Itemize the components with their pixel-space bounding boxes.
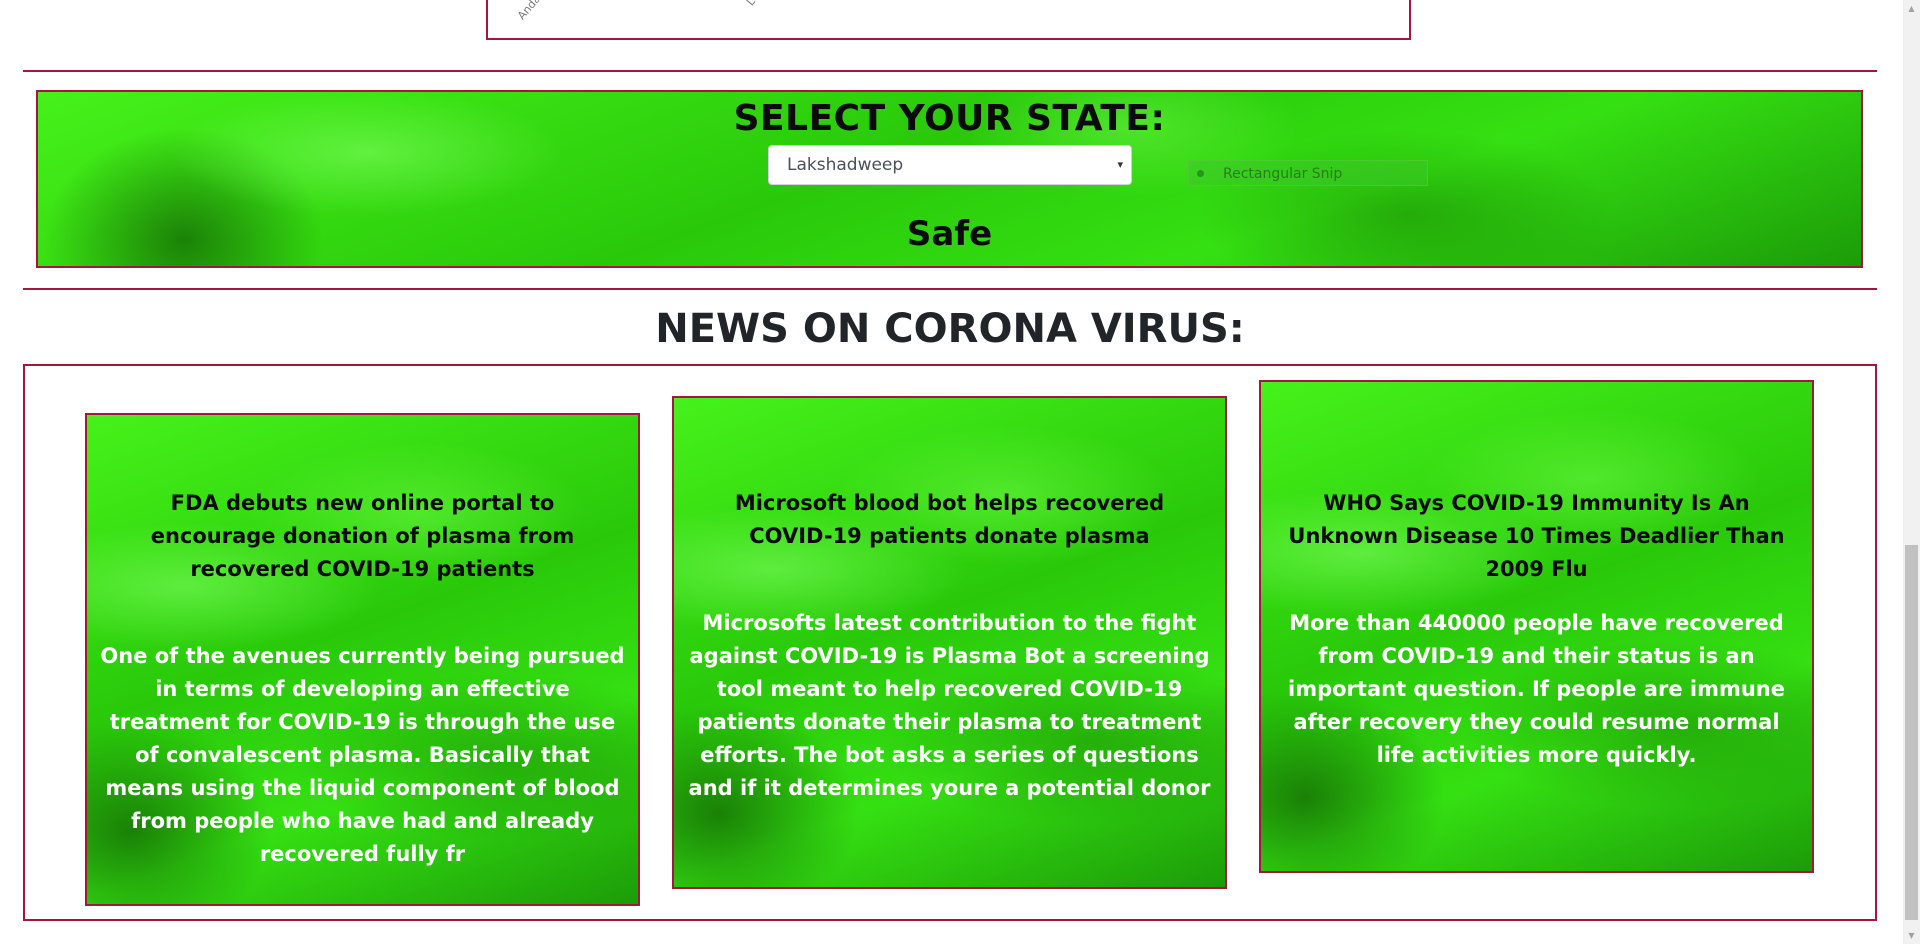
chevron-down-icon: ▾	[1117, 158, 1123, 171]
news-card[interactable]: WHO Says COVID-19 Immunity Is An Unknown…	[1259, 380, 1814, 873]
state-selector-panel: SELECT YOUR STATE: Lakshadweep ▾ Rectang…	[36, 90, 1863, 268]
scroll-up-icon[interactable]: ▲	[1903, 0, 1920, 17]
news-card-body: Microsofts latest contribution to the fi…	[688, 611, 1211, 800]
news-heading: NEWS ON CORONA VIRUS:	[655, 306, 1245, 352]
scrollbar-thumb[interactable]	[1905, 545, 1918, 920]
news-card-title: Microsoft blood bot helps recovered COVI…	[734, 491, 1165, 548]
divider	[23, 288, 1877, 290]
india-map-frame	[486, 0, 1411, 40]
news-card-body: One of the avenues currently being pursu…	[100, 644, 625, 866]
state-safety-status: Safe	[906, 214, 993, 254]
news-card-body: More than 440000 people have recovered f…	[1288, 611, 1785, 767]
radio-dot-icon	[1197, 170, 1204, 177]
snip-overlay-label: Rectangular Snip	[1223, 166, 1343, 182]
rectangular-snip-overlay: Rectangular Snip	[1188, 160, 1428, 186]
news-card[interactable]: FDA debuts new online portal to encourag…	[85, 413, 640, 906]
news-card[interactable]: Microsoft blood bot helps recovered COVI…	[672, 396, 1227, 889]
scroll-down-icon[interactable]: ▼	[1903, 927, 1920, 944]
state-selector-title: SELECT YOUR STATE:	[733, 98, 1166, 139]
state-select-value: Lakshadweep	[787, 155, 904, 175]
state-select-dropdown[interactable]: Lakshadweep ▾	[768, 145, 1132, 185]
vertical-scrollbar[interactable]: ▲ ▼	[1903, 0, 1920, 944]
page: Andam L SELECT YOUR STATE: Lakshadweep ▾…	[0, 0, 1920, 944]
news-card-title: FDA debuts new online portal to encourag…	[150, 491, 575, 581]
divider	[23, 70, 1877, 72]
news-card-title: WHO Says COVID-19 Immunity Is An Unknown…	[1288, 491, 1785, 581]
